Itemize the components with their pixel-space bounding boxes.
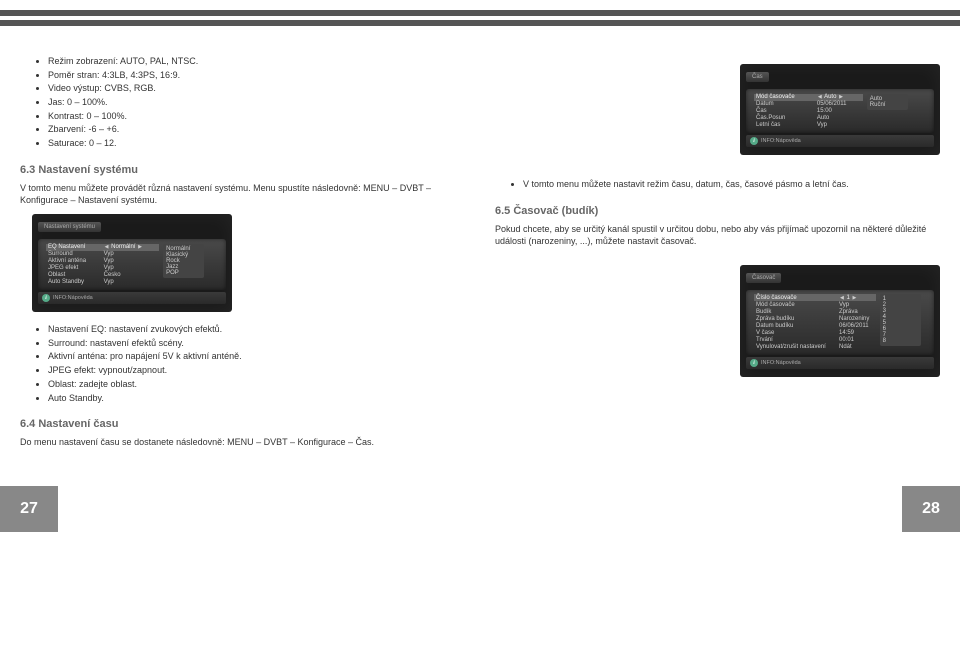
list-item: Nastavení EQ: nastavení zvukových efektů… — [48, 324, 465, 336]
content-area: Režim zobrazení: AUTO, PAL, NTSC. Poměr … — [0, 56, 960, 456]
screenshot-system-settings: Nastavení systému EQ Nastavení◀ Normální… — [32, 214, 232, 312]
heading-6-4: 6.4 Nastavení času — [20, 418, 465, 430]
table-row: Číslo časovače◀ 1 ▶ — [754, 294, 876, 301]
info-bar: iINFO:Nápověda — [746, 357, 934, 369]
table-row: JPEG efektVyp — [46, 265, 159, 272]
table-row: Mód časovače◀ Auto ▶ — [754, 94, 863, 101]
screenshot-panel: Mód časovače◀ Auto ▶ Datum05/06/2011 Čas… — [746, 89, 934, 133]
table-row: Čas.PosunAuto — [754, 115, 863, 122]
paragraph-6-3: V tomto menu můžete provádět různá nasta… — [20, 182, 465, 206]
screenshot-title: Časovač — [746, 273, 781, 283]
list-item: Surround: nastavení efektů scény. — [48, 338, 465, 350]
screenshot-title: Nastavení systému — [38, 222, 101, 232]
screenshot-panel: EQ Nastavení◀ Normální ▶ SurroundVyp Akt… — [38, 239, 226, 290]
settings-table: EQ Nastavení◀ Normální ▶ SurroundVyp Akt… — [46, 244, 159, 286]
list-item: Saturace: 0 – 12. — [48, 138, 465, 150]
time-note-list: V tomto menu můžete nastavit režim času,… — [495, 179, 940, 191]
screenshot-title: Čas — [746, 72, 769, 82]
list-item: Auto Standby. — [48, 393, 465, 405]
screenshot-time: Čas Mód časovače◀ Auto ▶ Datum05/06/2011… — [740, 64, 940, 155]
screenshot-panel: Číslo časovače◀ 1 ▶ Mód časovačeVyp Budí… — [746, 290, 934, 355]
table-row: Aktivní anténaVyp — [46, 258, 159, 265]
time-table: Mód časovače◀ Auto ▶ Datum05/06/2011 Čas… — [754, 94, 863, 129]
side-options: Auto Ruční — [867, 94, 908, 110]
option-item: 8 — [883, 338, 918, 344]
table-row: Mód časovačeVyp — [754, 301, 876, 308]
list-item: Zbarvení: -6 – +6. — [48, 124, 465, 136]
settings-list-2: Nastavení EQ: nastavení zvukových efektů… — [20, 324, 465, 404]
list-item: Poměr stran: 4:3LB, 4:3PS, 16:9. — [48, 70, 465, 82]
page-footer: 27 28 — [0, 486, 960, 532]
paragraph-6-4: Do menu nastavení času se dostanete násl… — [20, 436, 465, 448]
left-column: Režim zobrazení: AUTO, PAL, NTSC. Poměr … — [20, 56, 465, 456]
table-row: Čas15:00 — [754, 108, 863, 115]
info-icon: i — [42, 294, 50, 302]
info-icon: i — [750, 359, 758, 367]
table-row: Datum05/06/2011 — [754, 101, 863, 108]
heading-6-3: 6.3 Nastavení systému — [20, 164, 465, 176]
table-row: SurroundVyp — [46, 251, 159, 258]
header-bar — [0, 20, 960, 26]
page-number-right: 28 — [902, 486, 960, 532]
table-row: EQ Nastavení◀ Normální ▶ — [46, 244, 159, 251]
table-row: V čase14:59 — [754, 329, 876, 336]
table-row: Trvání00:01 — [754, 336, 876, 343]
list-item: V tomto menu můžete nastavit režim času,… — [523, 179, 940, 191]
page-number-left: 27 — [0, 486, 58, 532]
side-options: Normální Klasický Rock Jazz POP — [163, 244, 204, 278]
timer-table: Číslo časovače◀ 1 ▶ Mód časovačeVyp Budí… — [754, 294, 876, 350]
list-item: Video výstup: CVBS, RGB. — [48, 83, 465, 95]
table-row: OblastČesko — [46, 272, 159, 279]
list-item: JPEG efekt: vypnout/zapnout. — [48, 365, 465, 377]
table-row: BudíkZpráva — [754, 308, 876, 315]
table-row: Letní časVyp — [754, 122, 863, 129]
table-row: Vynulovat/zrušit nastaveníNdát — [754, 343, 876, 350]
side-options: 1 2 3 4 5 6 7 8 — [880, 294, 921, 346]
info-bar: iINFO:Nápověda — [38, 292, 226, 304]
paragraph-6-5: Pokud chcete, aby se určitý kanál spusti… — [495, 223, 940, 247]
option-item: Ruční — [870, 102, 905, 108]
list-item: Jas: 0 – 100%. — [48, 97, 465, 109]
table-row: Auto StandbyVyp — [46, 279, 159, 286]
list-item: Oblast: zadejte oblast. — [48, 379, 465, 391]
info-icon: i — [750, 137, 758, 145]
settings-list-1: Režim zobrazení: AUTO, PAL, NTSC. Poměr … — [20, 56, 465, 150]
option-item: POP — [166, 270, 201, 276]
header-bars — [0, 0, 960, 26]
list-item: Režim zobrazení: AUTO, PAL, NTSC. — [48, 56, 465, 68]
header-bar — [0, 10, 960, 16]
list-item: Kontrast: 0 – 100%. — [48, 111, 465, 123]
list-item: Aktivní anténa: pro napájení 5V k aktivn… — [48, 351, 465, 363]
table-row: Datum budíku06/06/2011 — [754, 322, 876, 329]
info-bar: iINFO:Nápověda — [746, 135, 934, 147]
right-column: Čas Mód časovače◀ Auto ▶ Datum05/06/2011… — [495, 56, 940, 456]
screenshot-timer: Časovač Číslo časovače◀ 1 ▶ Mód časovače… — [740, 265, 940, 377]
table-row: Zpráva budíkuNarozeniny — [754, 315, 876, 322]
heading-6-5: 6.5 Časovač (budík) — [495, 205, 940, 217]
